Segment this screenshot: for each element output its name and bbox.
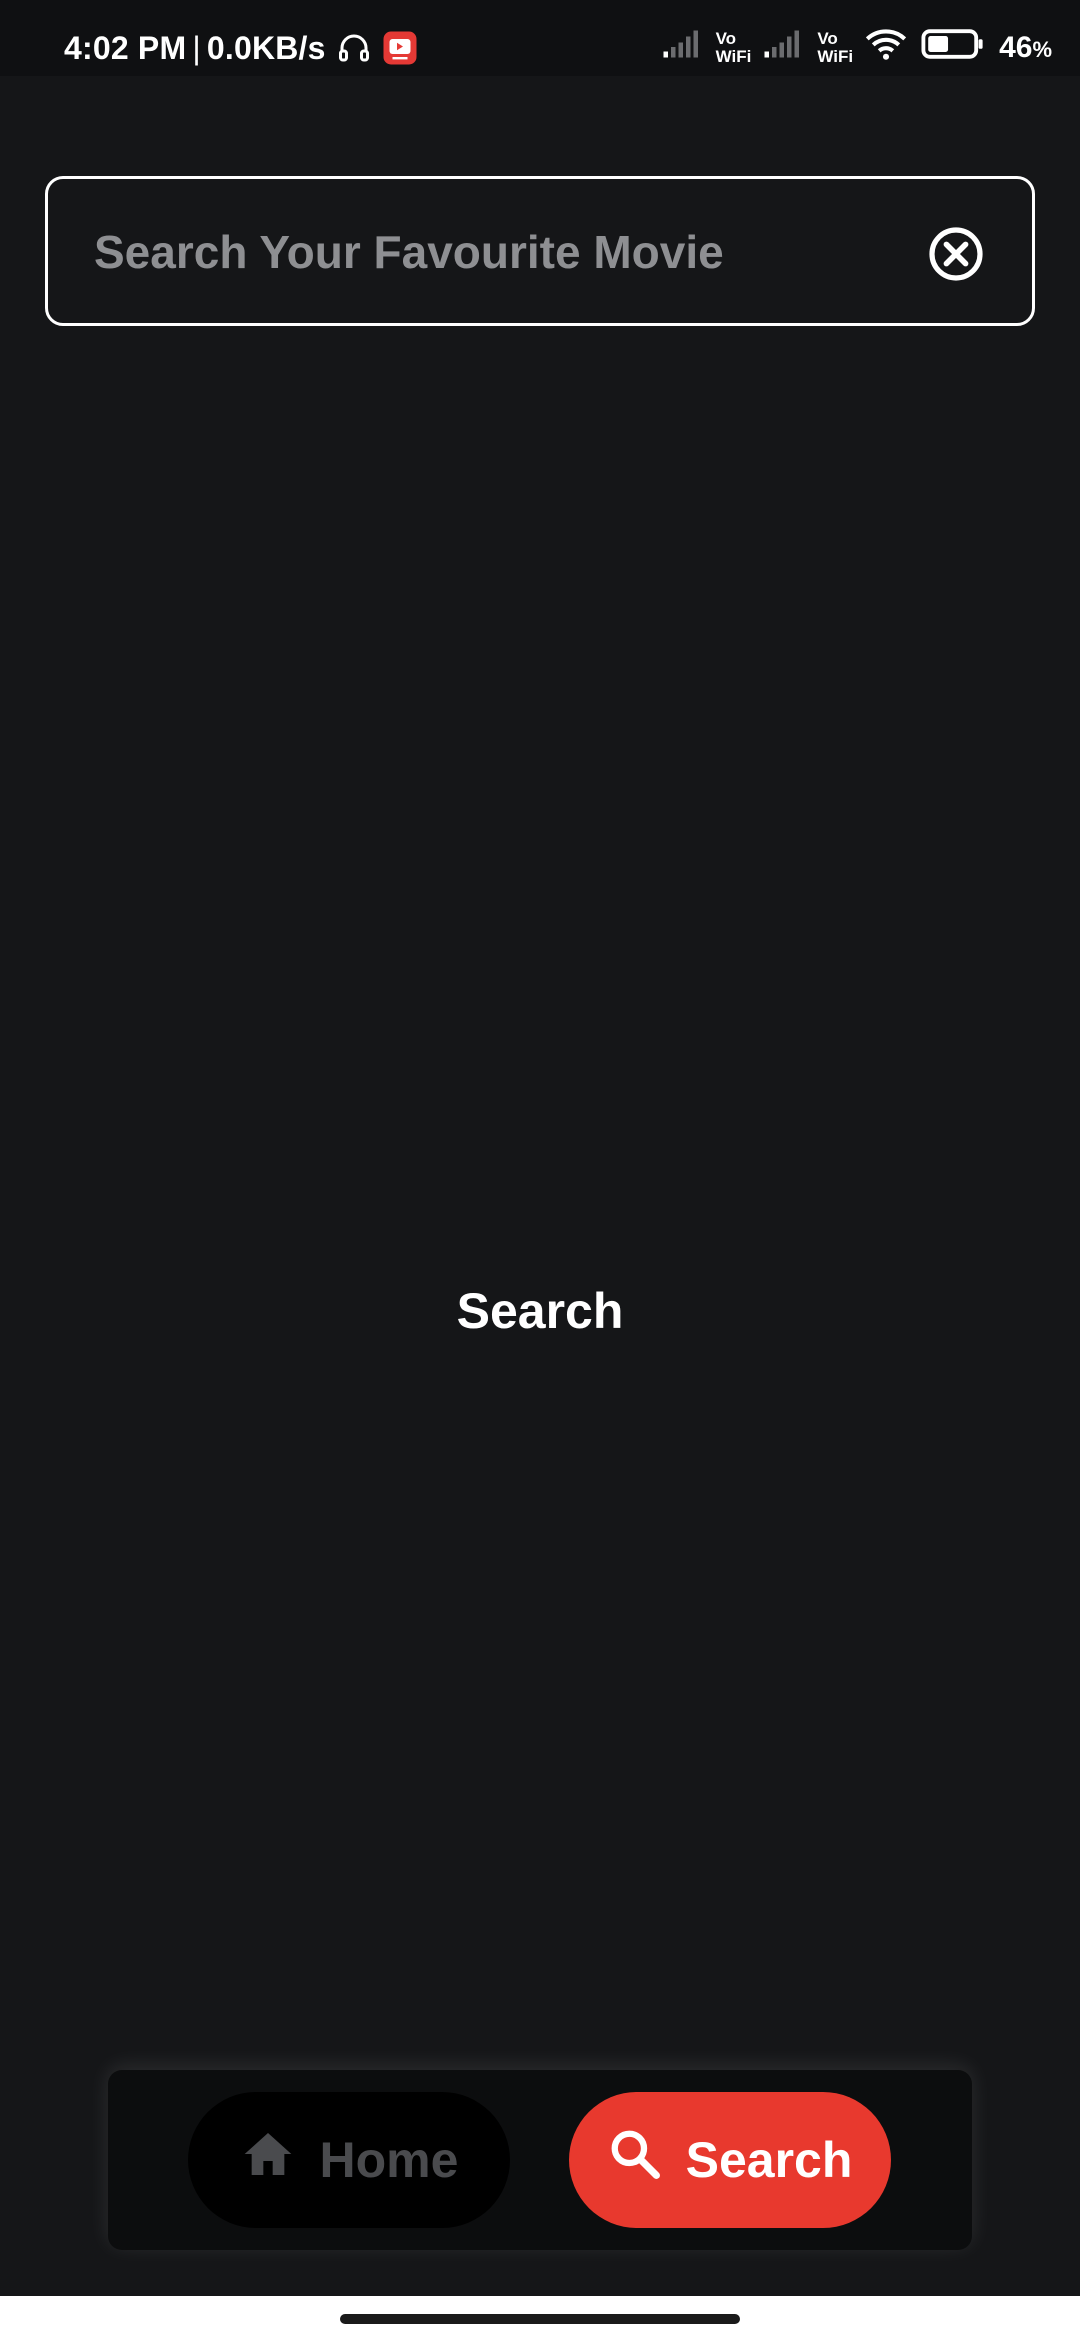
battery-unit: % xyxy=(1032,37,1052,62)
headphones-icon xyxy=(336,30,372,66)
bottom-navigation: Home Search xyxy=(108,2070,972,2250)
nav-item-home[interactable]: Home xyxy=(188,2092,510,2228)
nav-item-label: Home xyxy=(319,2132,459,2188)
gesture-bar xyxy=(0,2296,1080,2340)
close-circle-icon[interactable] xyxy=(928,226,984,282)
wifi-icon xyxy=(865,27,907,69)
status-bar: 4:02 PM | 0.0KB/s Vo WiFi Vo WiFi 46% xyxy=(0,0,1080,76)
vowifi-bottom: WiFi xyxy=(817,47,854,66)
youtube-icon xyxy=(382,30,418,66)
vowifi-top: Vo xyxy=(817,29,838,48)
home-indicator[interactable] xyxy=(340,2314,740,2324)
home-icon xyxy=(240,2126,296,2194)
page-title: Search xyxy=(456,1283,624,1339)
status-bar-left: 4:02 PM | 0.0KB/s xyxy=(64,0,418,96)
status-time: 4:02 PM xyxy=(64,29,187,66)
battery-icon xyxy=(919,28,987,68)
status-separator: | xyxy=(192,29,201,66)
search-field[interactable] xyxy=(45,176,1035,326)
search-screen: 4:02 PM | 0.0KB/s Vo WiFi Vo WiFi 46% Se… xyxy=(0,0,1080,2340)
search-icon xyxy=(608,2127,662,2193)
status-bar-right: Vo WiFi Vo WiFi 46% xyxy=(662,0,1052,96)
nav-item-search[interactable]: Search xyxy=(569,2092,891,2228)
vowifi-bottom: WiFi xyxy=(715,47,752,66)
signal-icon xyxy=(662,29,704,67)
search-input[interactable] xyxy=(92,179,916,325)
network-speed: 0.0KB/s xyxy=(206,29,326,66)
battery-percentage: 46% xyxy=(999,31,1052,65)
vowifi-indicator: Vo WiFi xyxy=(716,30,752,66)
nav-item-label: Search xyxy=(685,2132,853,2188)
vowifi-indicator: Vo WiFi xyxy=(817,30,853,66)
signal-icon xyxy=(763,29,805,67)
battery-value: 46 xyxy=(999,31,1033,64)
vowifi-top: Vo xyxy=(715,29,737,48)
